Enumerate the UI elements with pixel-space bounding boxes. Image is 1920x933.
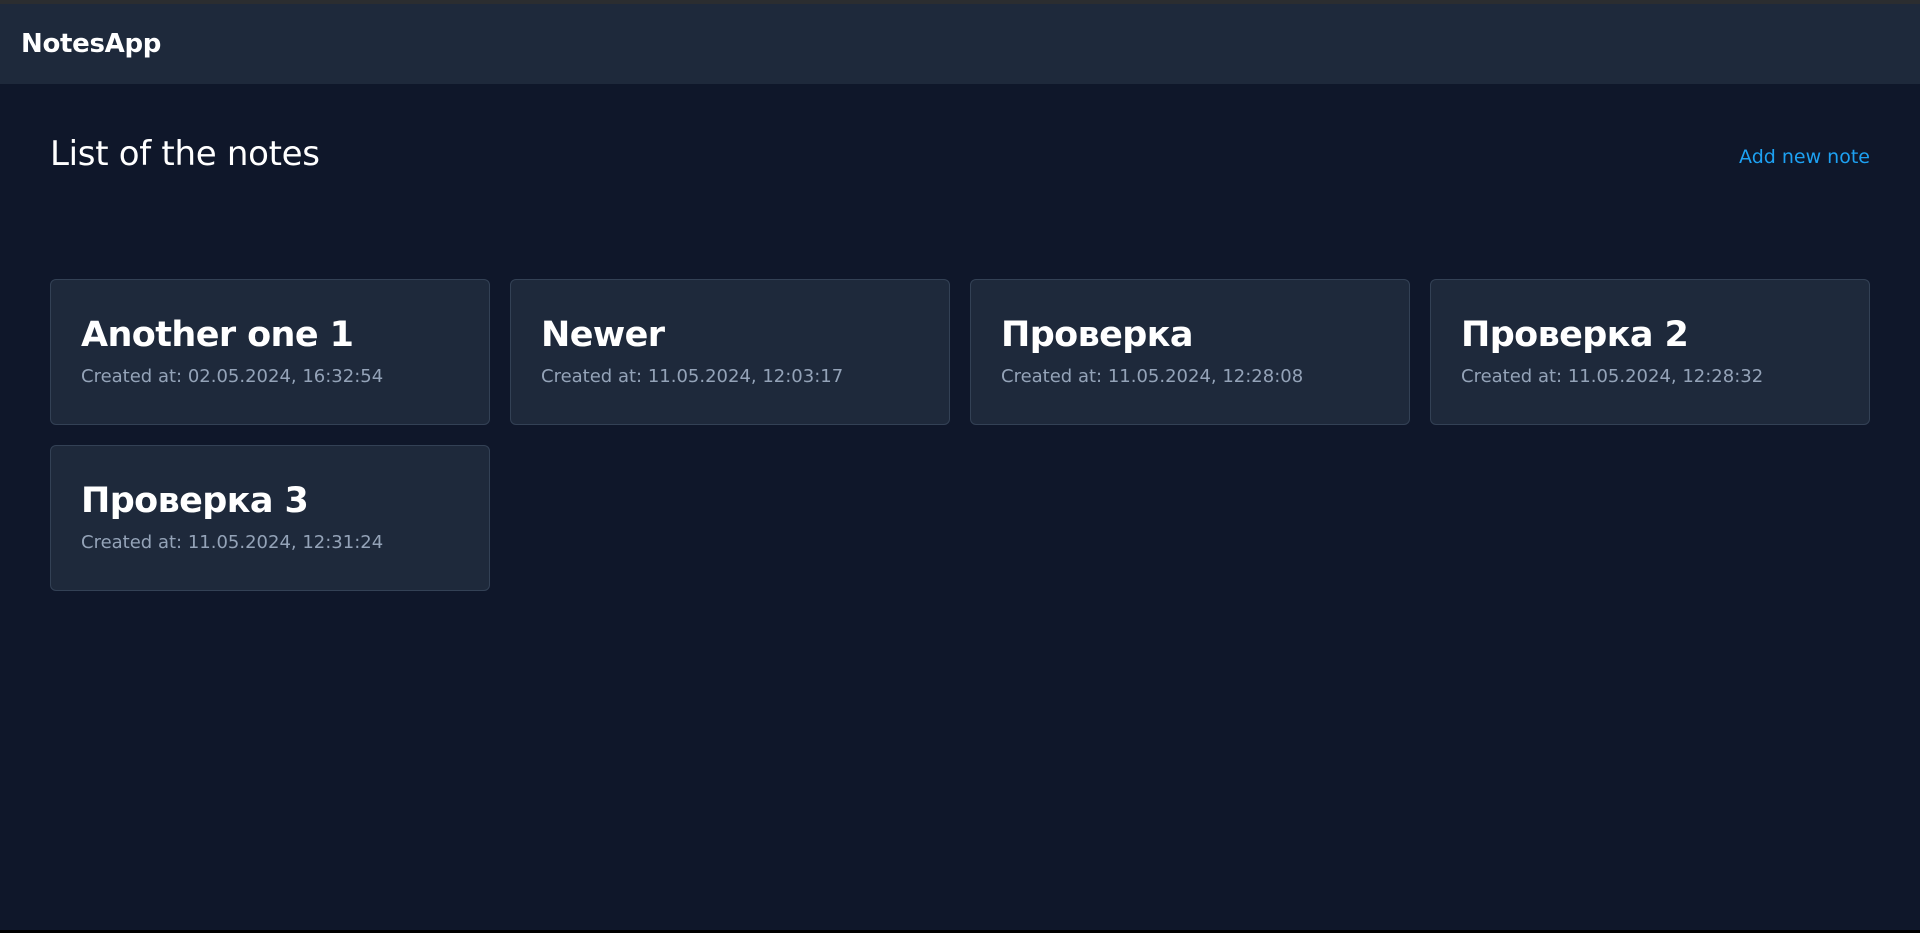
note-created-at: Created at: 11.05.2024, 12:28:32 bbox=[1461, 366, 1764, 387]
page-header: List of the notes Add new note bbox=[50, 84, 1870, 234]
brand-logo[interactable]: NotesApp bbox=[21, 29, 161, 59]
note-title: Another one 1 bbox=[81, 315, 354, 355]
note-title: Newer bbox=[541, 315, 665, 355]
note-created-at: Created at: 02.05.2024, 16:32:54 bbox=[81, 366, 384, 387]
navbar: NotesApp bbox=[0, 4, 1920, 84]
notes-grid: Another one 1 Created at: 02.05.2024, 16… bbox=[50, 279, 1870, 591]
note-title: Проверка bbox=[1001, 315, 1194, 355]
note-card[interactable]: Проверка 2 Created at: 11.05.2024, 12:28… bbox=[1430, 279, 1870, 425]
main-content: List of the notes Add new note Another o… bbox=[50, 84, 1870, 591]
note-created-at: Created at: 11.05.2024, 12:31:24 bbox=[81, 532, 384, 553]
note-card[interactable]: Проверка Created at: 11.05.2024, 12:28:0… bbox=[970, 279, 1410, 425]
note-card[interactable]: Проверка 3 Created at: 11.05.2024, 12:31… bbox=[50, 445, 490, 591]
note-card[interactable]: Newer Created at: 11.05.2024, 12:03:17 bbox=[510, 279, 950, 425]
add-new-note-link[interactable]: Add new note bbox=[1739, 146, 1870, 168]
note-created-at: Created at: 11.05.2024, 12:03:17 bbox=[541, 366, 844, 387]
note-card[interactable]: Another one 1 Created at: 02.05.2024, 16… bbox=[50, 279, 490, 425]
note-created-at: Created at: 11.05.2024, 12:28:08 bbox=[1001, 366, 1304, 387]
note-title: Проверка 3 bbox=[81, 481, 309, 521]
note-title: Проверка 2 bbox=[1461, 315, 1689, 355]
page-title: List of the notes bbox=[50, 134, 320, 174]
